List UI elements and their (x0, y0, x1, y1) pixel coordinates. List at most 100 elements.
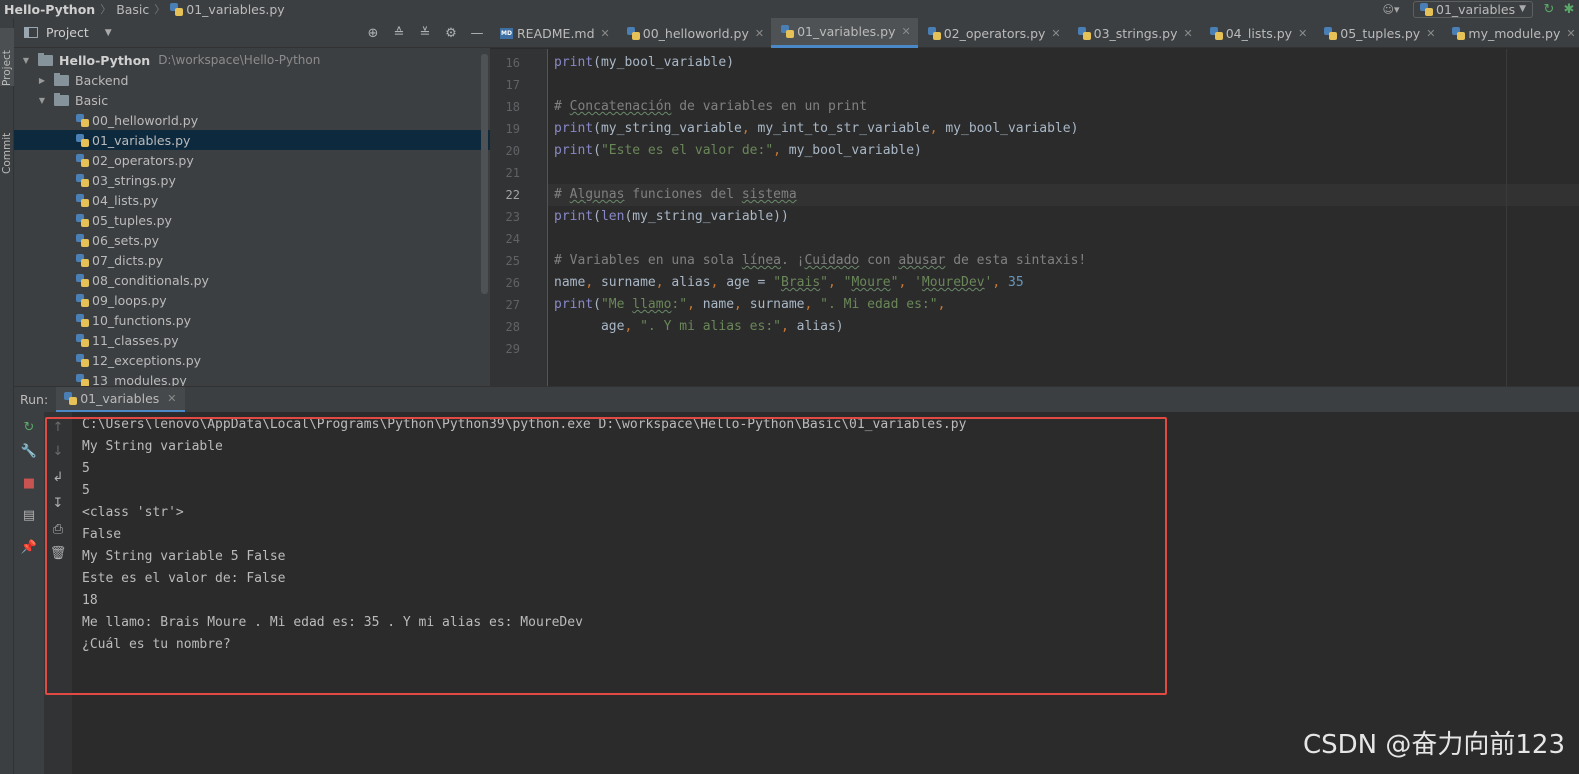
stop-icon[interactable]: ■ (14, 476, 44, 491)
user-icon[interactable]: ☺▾ (1375, 0, 1407, 18)
tree-file-label: 03_strings.py (92, 172, 176, 188)
hide-icon[interactable]: — (464, 26, 490, 41)
tab-04-lists[interactable]: 04_lists.py ✕ (1200, 18, 1315, 48)
tree-file-label: 00_helloworld.py (92, 112, 199, 128)
tab-01-variables[interactable]: 01_variables.py ✕ (771, 18, 918, 48)
collapse-all-icon[interactable]: ≚ (412, 26, 438, 41)
close-icon[interactable]: ✕ (1184, 27, 1193, 40)
soft-wrap-icon[interactable]: ↲ (44, 470, 72, 485)
tab-label: 01_variables.py (797, 24, 896, 39)
tab-05-tuples[interactable]: 05_tuples.py ✕ (1314, 18, 1442, 48)
tree-file[interactable]: 04_lists.py (14, 190, 490, 210)
code-line: # Concatenación de variables en un print (554, 99, 868, 114)
tab-00-helloworld[interactable]: 00_helloworld.py ✕ (617, 18, 771, 48)
tab-03-strings[interactable]: 03_strings.py ✕ (1068, 18, 1200, 48)
layout-icon[interactable]: ▤ (14, 508, 44, 523)
tree-file[interactable]: 03_strings.py (14, 170, 490, 190)
run-configuration-select[interactable]: 01_variables ▼ (1413, 0, 1533, 18)
run-panel-label: Run: (20, 392, 49, 407)
run-toolbar-primary: ↻ 🔧 ■ ▤ 📌 (14, 412, 44, 774)
line-number: 25 (505, 254, 520, 268)
tree-file-label: 11_classes.py (92, 332, 179, 348)
right-margin-guide (1506, 49, 1507, 386)
tree-file[interactable]: 13_modules.py (14, 370, 490, 386)
rerun-icon[interactable]: ↻ (1539, 2, 1559, 17)
tree-file[interactable]: 06_sets.py (14, 230, 490, 250)
close-icon[interactable]: ✕ (601, 27, 610, 40)
tool-tab-project[interactable]: Project (0, 28, 14, 86)
close-icon[interactable]: ✕ (1051, 27, 1060, 40)
code-line: name, surname, alias, age = "Brais", "Mo… (554, 275, 1024, 290)
tree-folder-basic[interactable]: ▼ Basic (14, 90, 490, 110)
editor-tab-bar: MD README.md ✕ 00_helloworld.py ✕ 01_variab… (490, 18, 1579, 48)
project-panel-title[interactable]: Project (46, 25, 89, 40)
tree-folder-label: Backend (75, 72, 129, 88)
tree-file[interactable]: 05_tuples.py (14, 210, 490, 230)
rerun-icon[interactable]: ↻ (14, 420, 44, 435)
tree-file[interactable]: 10_functions.py (14, 310, 490, 330)
tree-root[interactable]: ▼ Hello-Python D:\workspace\Hello-Python (14, 50, 490, 70)
console-line: ¿Cuál es tu nombre? (82, 637, 231, 652)
tree-file[interactable]: 11_classes.py (14, 330, 490, 350)
wrench-icon[interactable]: 🔧 (14, 444, 44, 459)
scroll-to-end-icon[interactable]: ↧ (44, 496, 72, 511)
pin-icon[interactable]: 📌 (14, 540, 44, 555)
run-panel-header: Run: 01_variables ✕ (14, 386, 1579, 413)
expand-all-icon[interactable]: ≙ (386, 26, 412, 41)
tree-folder-backend[interactable]: ▶ Backend (14, 70, 490, 90)
breadcrumb-file[interactable]: 01_variables.py (166, 0, 288, 18)
close-icon[interactable]: ✕ (755, 27, 764, 40)
chevron-right-icon[interactable]: ▶ (36, 76, 48, 85)
chevron-down-icon: ▼ (1519, 4, 1526, 14)
python-file-icon (76, 293, 89, 307)
close-icon[interactable]: ✕ (901, 25, 910, 38)
print-icon[interactable]: ⎙ (44, 522, 72, 537)
python-file-icon (76, 213, 89, 227)
tree-file[interactable]: 08_conditionals.py (14, 270, 490, 290)
code-editor[interactable]: 16 17 18 19 20 21 22 23 24 25 26 27 28 2… (490, 49, 1579, 386)
line-number: 27 (505, 298, 520, 312)
locate-file-icon[interactable]: ⊕ (360, 26, 386, 41)
breadcrumb-folder[interactable]: Basic (112, 0, 153, 18)
tree-folder-label: Basic (75, 92, 109, 108)
trash-icon[interactable]: 🗑 (44, 546, 72, 561)
chevron-down-icon[interactable]: ▼ (36, 96, 48, 105)
arrow-up-icon[interactable]: ↑ (44, 420, 72, 435)
tree-file[interactable]: 12_exceptions.py (14, 350, 490, 370)
chevron-down-icon[interactable]: ▼ (105, 28, 112, 38)
console-line: C:\Users\lenovo\AppData\Local\Programs\P… (82, 417, 967, 432)
arrow-down-icon[interactable]: ↓ (44, 444, 72, 459)
tree-file-selected[interactable]: 01_variables.py (14, 130, 490, 150)
close-icon[interactable]: ✕ (167, 392, 176, 405)
code-line: # Algunas funciones del sistema (554, 187, 797, 202)
python-file-icon (927, 26, 941, 40)
tree-file-label: 02_operators.py (92, 152, 194, 168)
tree-file[interactable]: 00_helloworld.py (14, 110, 490, 130)
close-icon[interactable]: ✕ (1298, 27, 1307, 40)
tree-file[interactable]: 09_loops.py (14, 290, 490, 310)
tab-02-operators[interactable]: 02_operators.py ✕ (918, 18, 1068, 48)
line-number: 20 (505, 144, 520, 158)
debug-icon[interactable]: ✱ (1559, 2, 1579, 17)
tab-readme[interactable]: MD README.md ✕ (490, 18, 617, 48)
project-view-icon (24, 27, 38, 38)
python-file-icon (64, 391, 78, 405)
gear-icon[interactable]: ⚙ (438, 26, 464, 41)
console-output[interactable]: C:\Users\lenovo\AppData\Local\Programs\P… (72, 412, 1579, 774)
tree-file-label: 09_loops.py (92, 292, 167, 308)
run-tab[interactable]: 01_variables ✕ (56, 386, 185, 413)
project-tree-scrollbar[interactable] (481, 54, 488, 294)
python-file-icon (626, 26, 640, 40)
tree-file[interactable]: 02_operators.py (14, 150, 490, 170)
breadcrumb-project[interactable]: Hello-Python (0, 0, 99, 18)
python-file-icon (76, 313, 89, 327)
close-icon[interactable]: ✕ (1566, 27, 1575, 40)
toolbar-right: ☺▾ 01_variables ▼ ↻ ✱ (1375, 0, 1579, 18)
tab-my-module[interactable]: my_module.py ✕ (1442, 18, 1579, 48)
tree-file-label: 04_lists.py (92, 192, 159, 208)
close-icon[interactable]: ✕ (1426, 27, 1435, 40)
code-line: print(len(my_string_variable)) (554, 209, 789, 224)
tool-tab-commit[interactable]: Commit (0, 114, 14, 174)
chevron-down-icon[interactable]: ▼ (20, 56, 32, 65)
tree-file[interactable]: 07_dicts.py (14, 250, 490, 270)
